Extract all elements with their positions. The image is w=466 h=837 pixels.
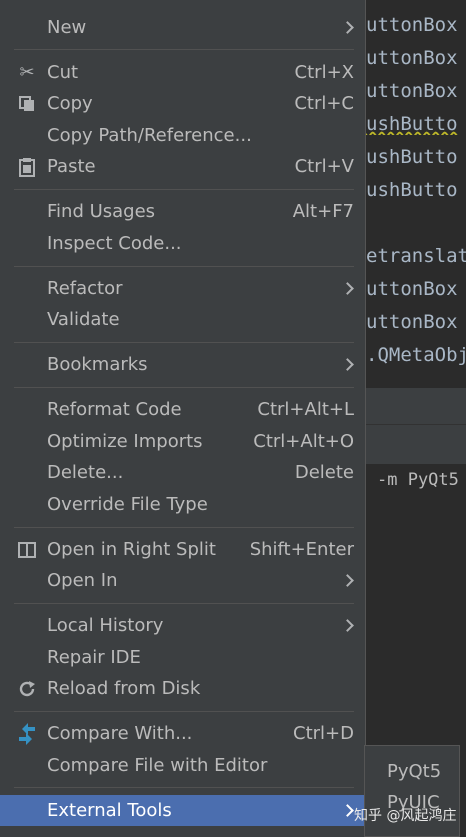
menu-item-label: Local History [47,615,164,636]
menu-separator [14,49,354,50]
menu-item-label: Open In [47,570,118,591]
menu-item-label: Compare With... [47,723,193,744]
code-line: ushButto [366,113,458,135]
menu-separator [14,711,354,712]
terminal-header [366,424,466,464]
shortcut-label: Ctrl+Alt+L [257,399,354,420]
menu-item-open-right-split[interactable]: Open in Right Split Shift+Enter [0,534,366,565]
code-line: uttonBox [366,278,458,300]
code-line: uttonBox [366,80,458,102]
menu-item-label: Find Usages [47,201,156,222]
chevron-right-icon [341,21,354,34]
code-line: uttonBox [366,47,458,69]
menu-item-label: External Tools [47,800,172,821]
menu-item-label: Repair IDE [47,647,141,668]
menu-item-cut[interactable]: ✂ Cut Ctrl+X [0,57,366,88]
menu-separator [14,266,354,267]
menu-item-label: New [47,17,87,38]
menu-item-label: Cut [47,62,79,83]
menu-item-override-file-type[interactable]: Override File Type [0,489,366,520]
menu-item-label: Refactor [47,278,123,299]
watermark-text: 知乎 @风起鸿庄 [354,808,457,824]
menu-item-label: Paste [47,156,96,177]
menu-item-label: Reformat Code [47,399,182,420]
code-line: uttonBox [366,311,458,333]
menu-item-compare-with[interactable]: Compare With... Ctrl+D [0,718,366,749]
shortcut-label: Ctrl+X [294,62,354,83]
split-view-icon [16,539,38,561]
menu-separator [14,387,354,388]
menu-item-label: Compare File with Editor [47,755,268,776]
menu-item-open-in[interactable]: Open In [0,565,366,596]
menu-item-paste[interactable]: Paste Ctrl+V [0,151,366,182]
menu-separator [14,342,354,343]
menu-item-label: Copy Path/Reference... [47,125,252,146]
chevron-right-icon [341,358,354,371]
shortcut-label: Ctrl+Alt+O [253,431,354,452]
menu-item-local-history[interactable]: Local History [0,610,366,641]
menu-item-find-usages[interactable]: Find Usages Alt+F7 [0,196,366,227]
menu-item-label: Validate [47,309,120,330]
chevron-right-icon [341,804,354,817]
code-line: .QMetaObj [366,344,466,366]
shortcut-label: Shift+Enter [249,539,354,560]
menu-item-label: Override File Type [47,494,208,515]
chevron-right-icon [341,282,354,295]
menu-item-bookmarks[interactable]: Bookmarks [0,349,366,380]
menu-item-label: Inspect Code... [47,233,182,254]
menu-item-copy[interactable]: Copy Ctrl+C [0,88,366,119]
menu-item-label: Optimize Imports [47,431,203,452]
code-line: ushButto [366,179,458,201]
context-menu: New ✂ Cut Ctrl+X Copy Ctrl+C Copy Path/R… [0,0,366,837]
menu-item-compare-file-editor[interactable]: Compare File with Editor [0,750,366,781]
compare-arrows-icon [16,722,38,745]
copy-icon [16,93,38,115]
menu-item-label: Delete... [47,462,124,483]
code-line: etranslat [366,245,466,267]
menu-separator [14,527,354,528]
menu-item-label: Reload from Disk [47,678,201,699]
menu-item-external-tools[interactable]: External Tools [0,795,366,826]
shortcut-label: Ctrl+D [293,723,354,744]
code-line: ushButto [366,146,458,168]
menu-item-new[interactable]: New [0,12,366,43]
menu-item-reload-from-disk[interactable]: Reload from Disk [0,673,366,704]
shortcut-label: Ctrl+C [294,93,354,114]
submenu-item-pyqt5[interactable]: PyQt5 [365,756,461,786]
chevron-right-icon [341,574,354,587]
shortcut-label: Delete [294,462,354,483]
shortcut-label: Alt+F7 [292,201,354,222]
menu-item-delete[interactable]: Delete... Delete [0,457,366,488]
menu-separator [14,787,354,788]
menu-separator [14,603,354,604]
menu-item-validate[interactable]: Validate [0,304,366,335]
terminal-line: -m PyQt5 [377,470,459,490]
shortcut-label: Ctrl+V [294,156,354,177]
clipboard-icon [16,156,38,178]
menu-item-label: Copy [47,93,93,114]
menu-item-label: Bookmarks [47,354,148,375]
menu-item-repair-ide[interactable]: Repair IDE [0,642,366,673]
menu-item-inspect-code[interactable]: Inspect Code... [0,228,366,259]
menu-item-label: Open in Right Split [47,539,216,560]
chevron-right-icon [341,619,354,632]
scissors-icon: ✂ [19,62,35,83]
menu-separator [14,189,354,190]
code-line: uttonBox [366,14,458,36]
menu-item-copy-path[interactable]: Copy Path/Reference... [0,120,366,151]
menu-item-refactor[interactable]: Refactor [0,273,366,304]
reload-icon [16,678,38,700]
editor-tool-strip [366,388,466,424]
menu-item-reformat-code[interactable]: Reformat Code Ctrl+Alt+L [0,394,366,425]
menu-item-optimize-imports[interactable]: Optimize Imports Ctrl+Alt+O [0,426,366,457]
